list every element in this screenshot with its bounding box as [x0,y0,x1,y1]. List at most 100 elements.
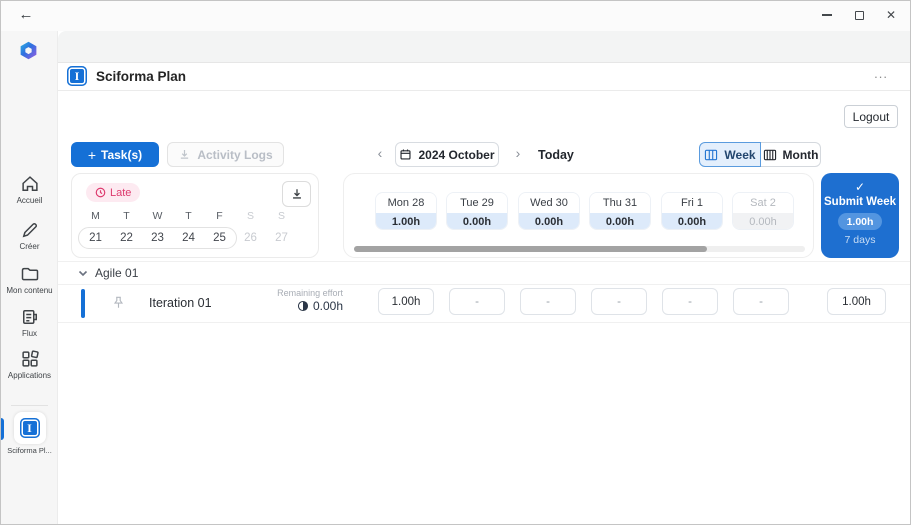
day-header: W [152,210,163,222]
day-chip-label: Sat 2 [733,193,793,213]
sidebar-item-label: Mon contenu [6,286,53,295]
activity-logs-label: Activity Logs [197,147,273,162]
sidebar-item-mon-contenu[interactable]: Mon contenu [1,264,58,295]
app-window: ← ✕ Accueil Créer Mon contenu Flux Appli… [0,0,911,525]
sidebar-item-applications[interactable]: Applications [1,349,58,380]
submit-week-label: Submit Week [824,196,896,208]
date-cell[interactable]: 23 [142,228,173,248]
day-chip-sat[interactable]: Sat 2 0.00h [732,192,794,230]
date-cell[interactable]: 22 [111,228,142,248]
plus-icon: + [87,146,97,163]
day-chip-label: Thu 31 [590,193,650,213]
day-chip-value: 0.00h [733,213,793,229]
submit-week-total: 1.00h [837,213,883,230]
sidebar-divider [11,405,48,406]
download-icon [181,150,189,159]
divider [58,322,910,323]
sciforma-app-icon: I [19,418,40,438]
app-header: I Sciforma Plan ... [58,63,910,91]
day-chip-label: Wed 30 [519,193,579,213]
day-chip-label: Mon 28 [376,193,436,213]
date-cell[interactable]: 21 [80,228,111,248]
task-name[interactable]: Iteration 01 [149,296,212,310]
mini-calendar-headers: M T W T F S S [80,210,306,222]
next-period-icon[interactable]: › [511,145,525,161]
day-chip-fri[interactable]: Fri 1 0.00h [661,192,723,230]
group-label: Agile 01 [95,266,139,280]
today-button[interactable]: Today [538,148,574,162]
sidebar-item-flux[interactable]: Flux [1,307,58,338]
close-button[interactable]: ✕ [876,1,906,29]
date-cell[interactable]: 24 [173,228,204,248]
remaining-effort-value: 0.00h [312,299,343,313]
day-chip-thu[interactable]: Thu 31 0.00h [589,192,651,230]
day-chip-value: 0.00h [447,213,507,229]
sidebar: Accueil Créer Mon contenu Flux Applicati… [1,31,58,524]
effort-cell-wed[interactable]: - [520,288,576,315]
maximize-icon [854,10,864,20]
effort-cell-fri[interactable]: - [662,288,718,315]
day-header: T [185,210,192,222]
export-week-button[interactable] [282,181,311,207]
back-icon[interactable]: ← [15,6,37,26]
late-badge-label: Late [110,186,132,199]
calendar-icon [400,149,412,160]
apps-icon [21,350,39,367]
day-header: S [277,210,285,222]
close-icon: ✕ [885,8,897,22]
pin-icon[interactable] [111,295,126,310]
folder-icon [21,267,38,281]
sidebar-item-accueil[interactable]: Accueil [1,174,58,205]
day-header: M [91,210,100,222]
month-view-icon [763,149,776,160]
week-strip-card: Mon 28 1.00h Tue 29 0.00h Wed 30 0.00h T… [343,173,814,258]
effort-cell-sat[interactable]: - [733,288,789,315]
sidebar-item-creer[interactable]: Créer [1,220,58,251]
period-label: 2024 October [418,147,495,162]
late-week-card: Late M T W T F S S 21 22 23 24 25 26 27 [71,173,319,258]
maximize-button[interactable] [844,1,874,29]
mini-calendar: M T W T F S S 21 22 23 24 25 26 27 [78,210,306,249]
day-chip-mon[interactable]: Mon 28 1.00h [375,192,437,230]
effort-cell-tue[interactable]: - [449,288,505,315]
effort-cell-mon[interactable]: 1.00h [378,288,434,315]
day-chip-tue[interactable]: Tue 29 0.00h [446,192,508,230]
day-header: F [216,210,223,222]
minimize-button[interactable] [812,1,842,29]
sidebar-item-label: Flux [21,329,38,338]
pie-icon [297,300,309,312]
week-view-icon [705,149,718,160]
scrollbar-thumb[interactable] [354,246,707,252]
date-cell[interactable]: 25 [204,228,235,248]
more-options-icon[interactable]: ... [874,66,888,81]
m365-logo-icon[interactable] [15,37,42,64]
submit-week-button[interactable]: ✓ Submit Week 1.00h 7 days [821,173,899,258]
day-chip-label: Tue 29 [447,193,507,213]
remaining-effort: Remaining effort 0.00h [231,288,343,313]
week-toggle[interactable]: Week [699,142,761,167]
logout-button[interactable]: Logout [844,105,898,128]
task-row-iteration: Iteration 01 Remaining effort 0.00h 1.00… [58,285,910,322]
day-chip-value: 0.00h [590,213,650,229]
day-header: T [123,210,130,222]
download-icon [292,189,301,199]
day-chip-value: 0.00h [662,213,722,229]
horizontal-scrollbar[interactable] [354,246,805,252]
group-row-agile[interactable]: Agile 01 [58,262,910,284]
submit-week-days: 7 days [844,234,876,246]
check-icon: ✓ [854,180,866,194]
task-color-bar [81,289,85,318]
month-toggle[interactable]: Month [761,142,821,167]
period-picker-button[interactable]: 2024 October [395,142,499,167]
sidebar-item-sciforma[interactable]: I Sciforma Pl... [1,412,58,455]
feed-icon [22,310,37,324]
previous-period-icon[interactable]: ‹ [373,145,387,161]
sidebar-item-label: Applications [7,371,52,380]
add-task-button[interactable]: + Task(s) [71,142,159,167]
mini-calendar-dates: 21 22 23 24 25 26 27 [78,227,306,249]
activity-logs-button[interactable]: Activity Logs [167,142,284,167]
sciforma-app-card: I [13,412,46,444]
effort-cell-thu[interactable]: - [591,288,647,315]
day-chip-wed[interactable]: Wed 30 0.00h [518,192,580,230]
day-header: S [246,210,254,222]
